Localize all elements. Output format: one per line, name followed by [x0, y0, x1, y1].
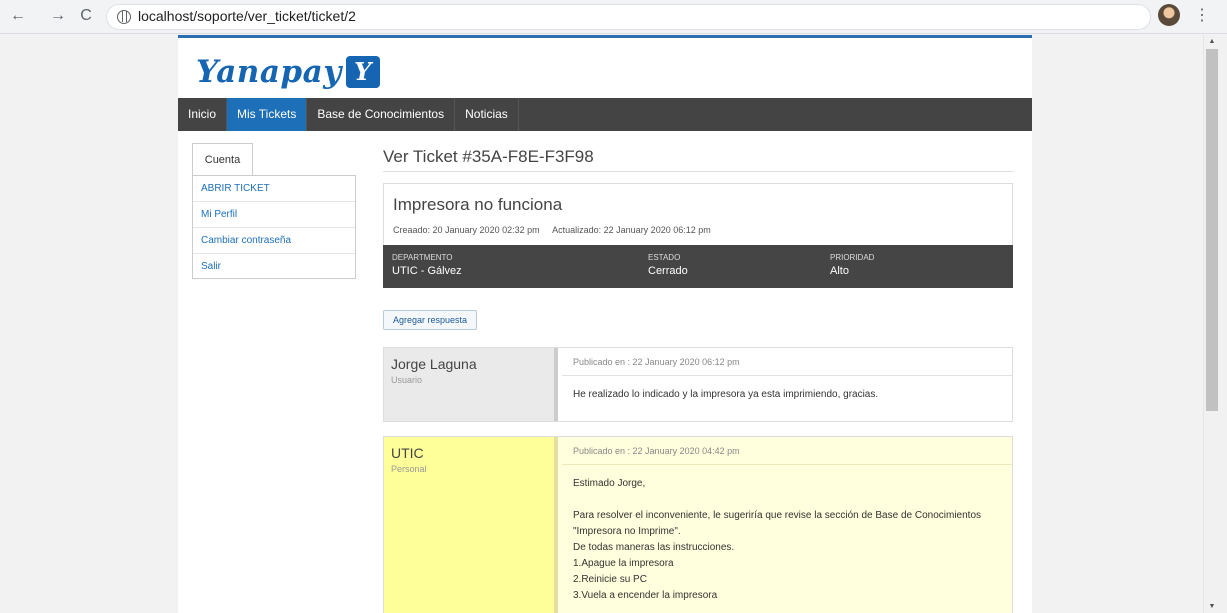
message-text: "Impresora no Imprime". [573, 526, 681, 537]
author-name: Jorge Laguna [391, 356, 477, 372]
priority-cell: PRIORIDAD Alto [830, 253, 874, 277]
back-arrow-icon[interactable]: ← [8, 6, 28, 26]
address-bar[interactable]: localhost/soporte/ver_ticket/ticket/2 [106, 4, 1151, 30]
reload-icon[interactable]: C [76, 6, 96, 26]
main-menu: Inicio Mis Tickets Base de Conocimientos… [178, 98, 1032, 131]
add-reply-button[interactable]: Agregar respuesta [383, 310, 478, 330]
created-date: Creaado: 20 January 2020 02:32 pm [393, 225, 540, 235]
message-author: Jorge Laguna Usuario [384, 348, 558, 421]
priority-label: PRIORIDAD [830, 253, 875, 262]
department-value: UTIC - Gálvez [392, 265, 462, 277]
message-author: UTIC Personal [384, 437, 558, 613]
updated-date: Actualizado: 22 January 2020 06:12 pm [552, 225, 711, 235]
menu-item-inicio[interactable]: Inicio [178, 98, 228, 131]
address-url[interactable]: localhost/soporte/ver_ticket/ticket/2 [138, 8, 356, 24]
author-role: Personal [391, 464, 427, 474]
title-divider [383, 171, 1013, 172]
forward-arrow-icon[interactable]: → [48, 6, 68, 26]
tab-cuenta[interactable]: Cuenta [192, 143, 253, 176]
logo-mark-icon: Y [345, 55, 380, 88]
message-body: Estimado Jorge, Para resolver el inconve… [562, 466, 1012, 613]
ticket-subject: Impresora no funciona [393, 195, 563, 214]
page-scrollbar[interactable]: ▲ ▼ [1203, 35, 1227, 613]
profile-avatar[interactable] [1158, 4, 1180, 26]
message-text: De todas maneras las instrucciones. [573, 542, 735, 553]
link-mi-perfil[interactable]: Mi Perfil [193, 202, 355, 228]
message-date: Publicado en : 22 January 2020 06:12 pm [562, 348, 1012, 376]
message-text: Estimado Jorge, [573, 478, 646, 489]
link-cambiar-contrasena[interactable]: Cambiar contraseña [193, 228, 355, 254]
link-abrir-ticket[interactable]: ABRIR TICKET [193, 176, 355, 202]
message-text: 2.Reinicie su PC [573, 574, 647, 585]
ticket-dates: Creaado: 20 January 2020 02:32 pm Actual… [393, 225, 711, 235]
message-text: 3.Vuela a encender la impresora [573, 590, 718, 601]
scrollbar-thumb[interactable] [1206, 49, 1218, 411]
message-text: Para resolver el inconveniente, le suger… [573, 510, 982, 521]
author-name: UTIC [391, 445, 424, 461]
status-cell: ESTADO Cerrado [648, 253, 688, 277]
logo-text: Yanapay [196, 53, 342, 90]
priority-value: Alto [830, 265, 849, 277]
browser-toolbar: ← → C localhost/soporte/ver_ticket/ticke… [0, 0, 1227, 34]
department-label: DEPARTMENTO [392, 253, 453, 262]
scroll-down-icon[interactable]: ▼ [1208, 603, 1216, 610]
ticket-info-bar: DEPARTMENTO UTIC - Gálvez ESTADO Cerrado… [383, 245, 1013, 288]
message-text: 1.Apague la impresora [573, 558, 674, 569]
message-staff: UTIC Personal Publicado en : 22 January … [383, 436, 1013, 613]
status-value: Cerrado [648, 265, 688, 277]
author-role: Usuario [391, 375, 423, 385]
department-cell: DEPARTMENTO UTIC - Gálvez [392, 253, 462, 277]
site-logo[interactable]: Yanapay Y [196, 49, 380, 94]
page-viewport: Yanapay Y Inicio Mis Tickets Base de Con… [0, 35, 1203, 613]
menu-item-mis-tickets[interactable]: Mis Tickets [227, 98, 308, 131]
site-info-icon[interactable] [117, 10, 131, 24]
account-menu: ABRIR TICKET Mi Perfil Cambiar contraseñ… [192, 175, 356, 279]
menu-item-noticias[interactable]: Noticias [455, 98, 519, 131]
message-user: Jorge Laguna Usuario Publicado en : 22 J… [383, 347, 1013, 422]
message-text: He realizado lo indicado y la impresora … [573, 389, 879, 400]
message-body: He realizado lo indicado y la impresora … [562, 377, 1012, 413]
page-title: Ver Ticket #35A-F8E-F3F98 [383, 147, 594, 166]
scroll-up-icon[interactable]: ▲ [1208, 38, 1216, 45]
message-date: Publicado en : 22 January 2020 04:42 pm [562, 437, 1012, 465]
ticket-summary: Impresora no funciona Creaado: 20 Januar… [383, 183, 1013, 288]
page-container: Yanapay Y Inicio Mis Tickets Base de Con… [178, 35, 1032, 613]
menu-item-base-de-conocimientos[interactable]: Base de Conocimientos [307, 98, 456, 131]
link-salir[interactable]: Salir [193, 254, 355, 280]
more-options-icon[interactable]: ⋮ [1194, 6, 1210, 26]
status-label: ESTADO [648, 253, 681, 262]
